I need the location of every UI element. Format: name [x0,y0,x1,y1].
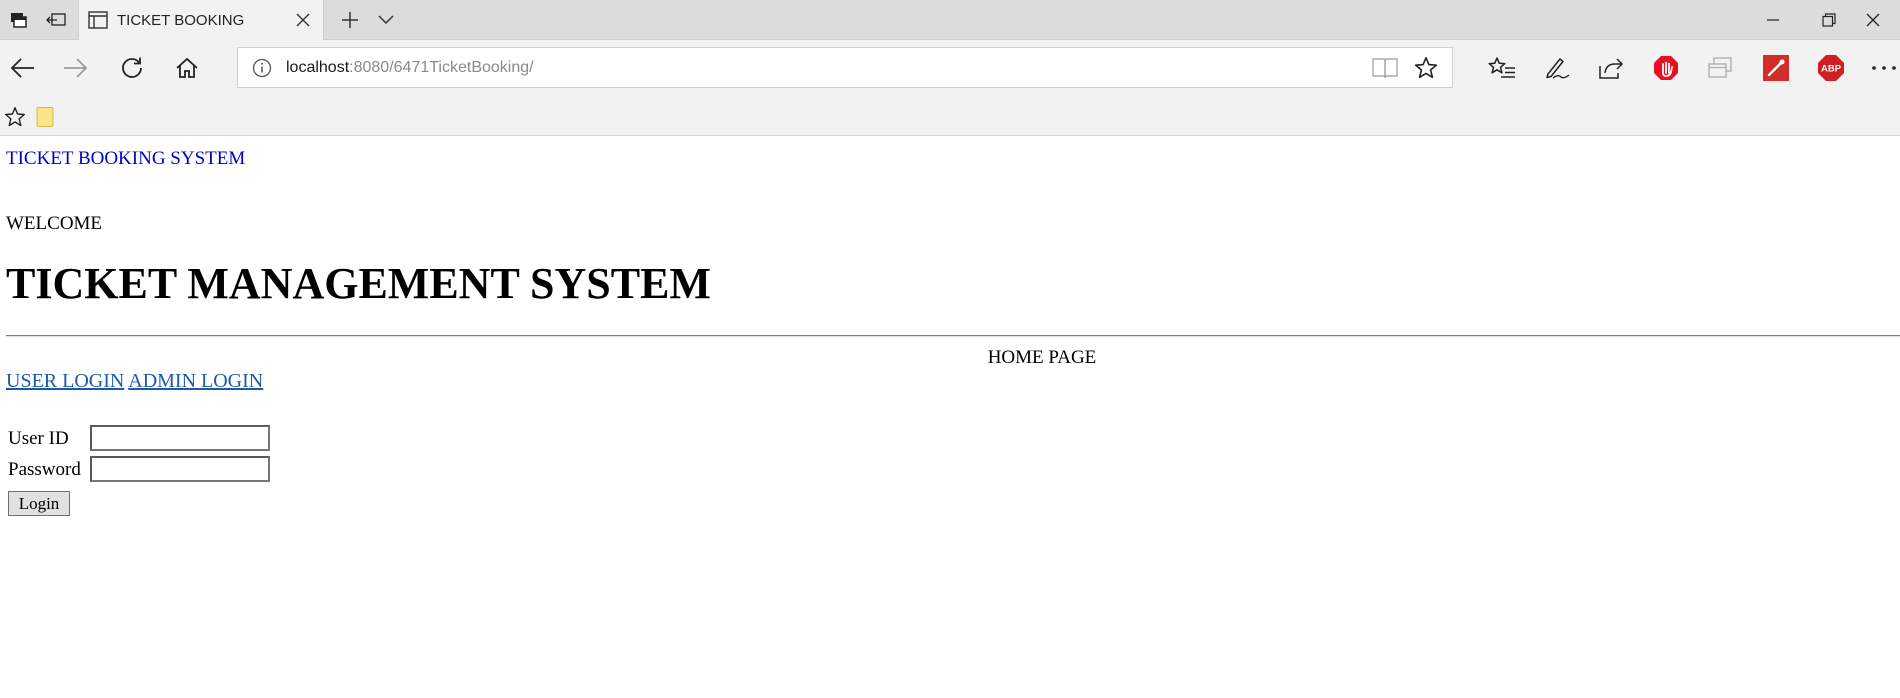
admin-login-link[interactable]: ADMIN LOGIN [128,370,263,392]
tab-strip: TICKET BOOKING [0,0,1900,40]
more-options-icon[interactable] [1864,48,1900,88]
add-favorite-star-icon[interactable] [1414,56,1438,80]
page-icon [88,11,108,29]
user-id-input[interactable] [90,425,270,451]
user-login-link[interactable]: USER LOGIN [6,370,124,392]
set-aside-tabs-icon[interactable] [0,0,36,40]
favorites-star-icon[interactable] [4,106,26,128]
address-bar[interactable]: localhost:8080/6471TicketBooking/ [237,47,1453,88]
adblock-plus-icon[interactable]: ABP [1811,48,1851,88]
navigation-bar: localhost:8080/6471TicketBooking/ ABP [0,40,1900,96]
minimize-icon[interactable] [1746,0,1800,40]
url-path: :8080/6471TicketBooking/ [349,59,534,76]
new-tab-icon[interactable] [334,0,366,40]
show-set-aside-tabs-icon[interactable] [38,0,74,40]
site-info-icon[interactable] [252,58,272,78]
folder-icon[interactable] [36,106,54,128]
tab-preview-icon[interactable] [1700,48,1740,88]
lastpass-icon[interactable] [1756,48,1796,88]
password-label: Password [8,459,81,480]
favorites-hub-icon[interactable] [1482,48,1522,88]
url-text[interactable]: localhost:8080/6471TicketBooking/ [286,59,534,77]
page-content: TICKET BOOKING SYSTEM WELCOME TICKET MAN… [0,136,1900,698]
tab-title: TICKET BOOKING [117,12,245,29]
close-window-icon[interactable] [1846,0,1900,40]
home-page-label: HOME PAGE [987,347,1097,368]
welcome-text: WELCOME [6,213,103,234]
favorites-bar [0,96,1900,136]
url-host: localhost [286,59,350,76]
back-icon[interactable] [2,48,42,88]
home-icon[interactable] [167,48,207,88]
page-title: TICKET MANAGEMENT SYSTEM [6,259,711,308]
forward-icon[interactable] [56,48,96,88]
share-icon[interactable] [1591,48,1631,88]
reading-view-icon[interactable] [1372,57,1398,79]
refresh-icon[interactable] [112,48,152,88]
divider [6,335,1900,337]
chevron-down-icon[interactable] [372,0,400,40]
close-tab-icon[interactable] [293,10,313,30]
password-input[interactable] [90,456,270,482]
user-id-label: User ID [8,428,69,449]
login-button[interactable]: Login [8,491,70,516]
site-title: TICKET BOOKING SYSTEM [6,148,246,169]
svg-text:ABP: ABP [1821,64,1842,75]
web-note-pen-icon[interactable] [1537,48,1577,88]
login-links: USER LOGIN ADMIN LOGIN [6,370,263,393]
stop-extension-icon[interactable] [1646,48,1686,88]
tab-ticket-booking[interactable]: TICKET BOOKING [78,0,324,40]
